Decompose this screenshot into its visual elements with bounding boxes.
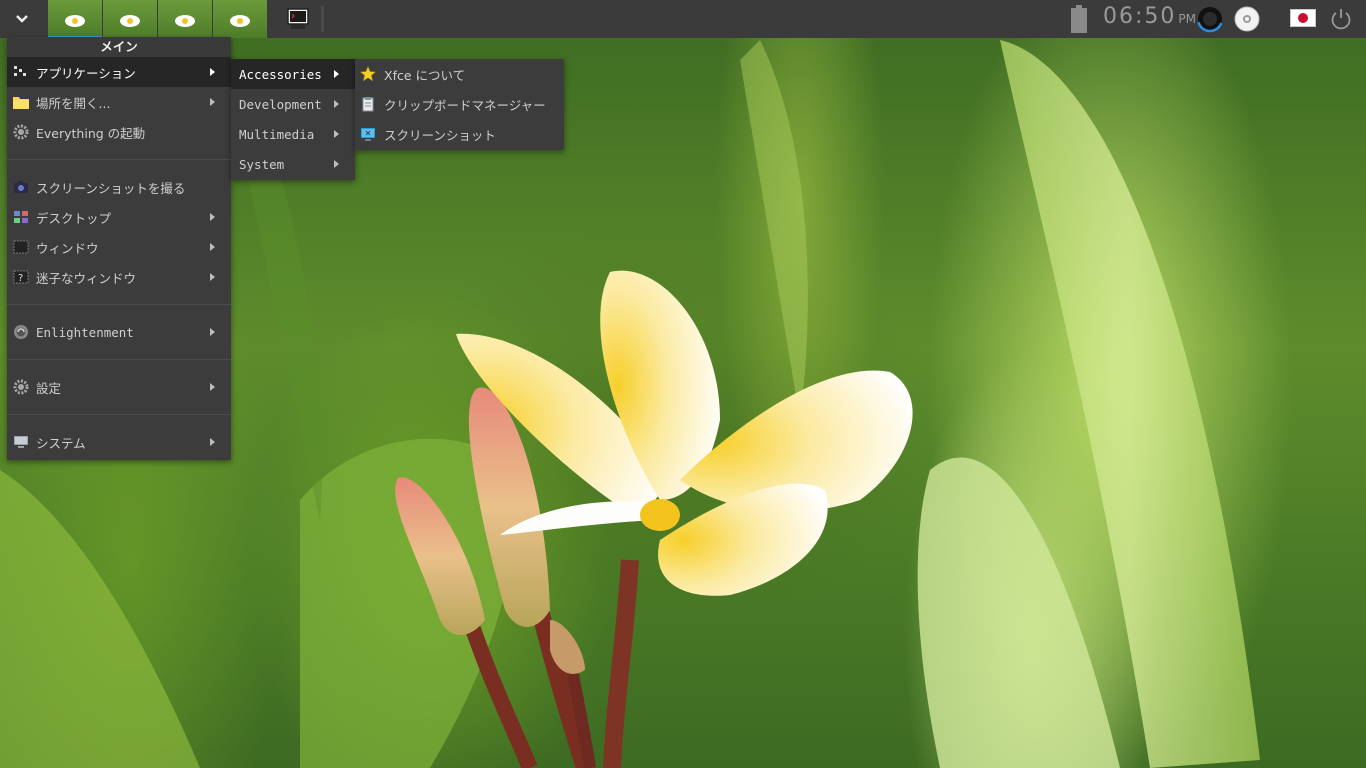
menu-item-label: Everything の起動 [36, 125, 146, 141]
submenu-arrow-icon [210, 328, 215, 336]
submenu-arrow-icon [210, 383, 215, 391]
menu-item-label: デスクトップ [36, 210, 112, 226]
workspace-1[interactable] [48, 0, 102, 38]
submenu-item-accessories[interactable]: Accessories [231, 59, 355, 89]
submenu-arrow-icon [334, 100, 339, 108]
menu-item-windows[interactable]: ウィンドウ [7, 232, 231, 262]
submenu-item-clipboard-manager[interactable]: クリップボードマネージャー [355, 89, 564, 119]
menu-item-label: ウィンドウ [36, 240, 99, 256]
menu-item-lost-windows[interactable]: ? 迷子なウィンドウ [7, 262, 231, 292]
menu-item-label: System [239, 156, 285, 172]
menu-item-label: クリップボードマネージャー [384, 97, 546, 113]
submenu-arrow-icon [210, 68, 215, 76]
menu-item-label: Enlightenment [36, 324, 134, 340]
submenu-item-screenshot[interactable]: スクリーンショット [355, 119, 564, 149]
menu-separator [7, 402, 231, 427]
menu-item-applications[interactable]: アプリケーション [7, 57, 231, 87]
submenu-arrow-icon [210, 243, 215, 251]
keyboard-layout-flag-icon[interactable] [1290, 9, 1316, 27]
submenu-arrow-icon [334, 70, 339, 78]
window-icon [13, 240, 29, 254]
workspace-pager [48, 0, 268, 38]
taskbar-terminal-app[interactable] [282, 3, 314, 35]
menu-item-run-everything[interactable]: Everything の起動 [7, 117, 231, 147]
menu-item-label: スクリーンショット [384, 127, 496, 143]
main-menu: メイン アプリケーション 場所を開く... Everything の起動 スクリ… [7, 37, 231, 460]
terminal-icon [287, 8, 309, 29]
enlightenment-icon [14, 325, 28, 339]
svg-text:?: ? [18, 273, 23, 284]
workspace-thumbnail-icon [65, 15, 85, 27]
applications-icon [14, 66, 26, 76]
menu-separator [7, 347, 231, 372]
settings-gear-icon [13, 379, 29, 395]
battery-icon[interactable] [1071, 5, 1087, 33]
workspace-2[interactable] [103, 0, 157, 38]
menu-item-label: 迷子なウィンドウ [36, 270, 137, 286]
menu-item-take-screenshot[interactable]: スクリーンショットを撮る [7, 172, 231, 202]
folder-icon [13, 97, 29, 109]
chevron-down-icon [16, 15, 28, 23]
applications-submenu: Accessories Development Multimedia Syste… [231, 59, 355, 180]
submenu-arrow-icon [334, 130, 339, 138]
accessories-submenu: Xfce について クリップボードマネージャー スクリーンショット [355, 59, 564, 150]
workspace-thumbnail-icon [120, 15, 140, 27]
main-menu-button[interactable] [0, 0, 44, 38]
taskbar-separator [321, 6, 324, 32]
menu-item-label: システム [36, 435, 86, 451]
workspace-3[interactable] [158, 0, 212, 38]
workspace-4[interactable] [213, 0, 267, 38]
power-icon[interactable] [1328, 6, 1354, 32]
submenu-arrow-icon [210, 213, 215, 221]
top-panel: 06:50 PM [0, 0, 1366, 38]
menu-item-open-places[interactable]: 場所を開く... [7, 87, 231, 117]
menu-item-label: Accessories [239, 66, 322, 82]
clock[interactable]: 06:50 PM [1103, 4, 1196, 34]
menu-separator [7, 292, 231, 317]
clipboard-icon [362, 97, 374, 112]
menu-title: メイン [7, 37, 231, 57]
screenshot-icon [361, 128, 375, 141]
menu-item-label: 設定 [36, 380, 62, 396]
desktop-icon [14, 211, 28, 223]
menu-item-label: 場所を開く... [36, 95, 111, 111]
submenu-item-multimedia[interactable]: Multimedia [231, 119, 355, 149]
disc-icon[interactable] [1234, 6, 1260, 32]
menu-item-label: アプリケーション [36, 65, 136, 81]
gear-icon [13, 124, 29, 140]
star-icon [360, 66, 376, 82]
computer-icon [14, 436, 28, 448]
clock-time: 06:50 [1103, 4, 1177, 29]
menu-item-label: Multimedia [239, 126, 315, 142]
submenu-arrow-icon [334, 160, 339, 168]
lost-window-icon: ? [13, 270, 29, 284]
menu-item-system[interactable]: システム [7, 427, 231, 457]
camera-icon [14, 181, 28, 193]
menu-item-label: Development [239, 96, 322, 112]
submenu-item-development[interactable]: Development [231, 89, 355, 119]
submenu-arrow-icon [210, 98, 215, 106]
submenu-arrow-icon [210, 273, 215, 281]
workspace-thumbnail-icon [230, 15, 250, 27]
menu-item-label: Xfce について [384, 67, 466, 83]
submenu-item-system[interactable]: System [231, 149, 355, 179]
menu-item-label: スクリーンショットを撮る [36, 180, 186, 196]
workspace-thumbnail-icon [175, 15, 195, 27]
menu-item-settings[interactable]: 設定 [7, 372, 231, 402]
submenu-item-about-xfce[interactable]: Xfce について [355, 59, 564, 89]
volume-mixer-icon[interactable] [1196, 5, 1224, 33]
clock-ampm: PM [1178, 12, 1196, 26]
menu-item-desktop[interactable]: デスクトップ [7, 202, 231, 232]
menu-separator [7, 147, 231, 172]
menu-item-enlightenment[interactable]: Enlightenment [7, 317, 231, 347]
submenu-arrow-icon [210, 438, 215, 446]
